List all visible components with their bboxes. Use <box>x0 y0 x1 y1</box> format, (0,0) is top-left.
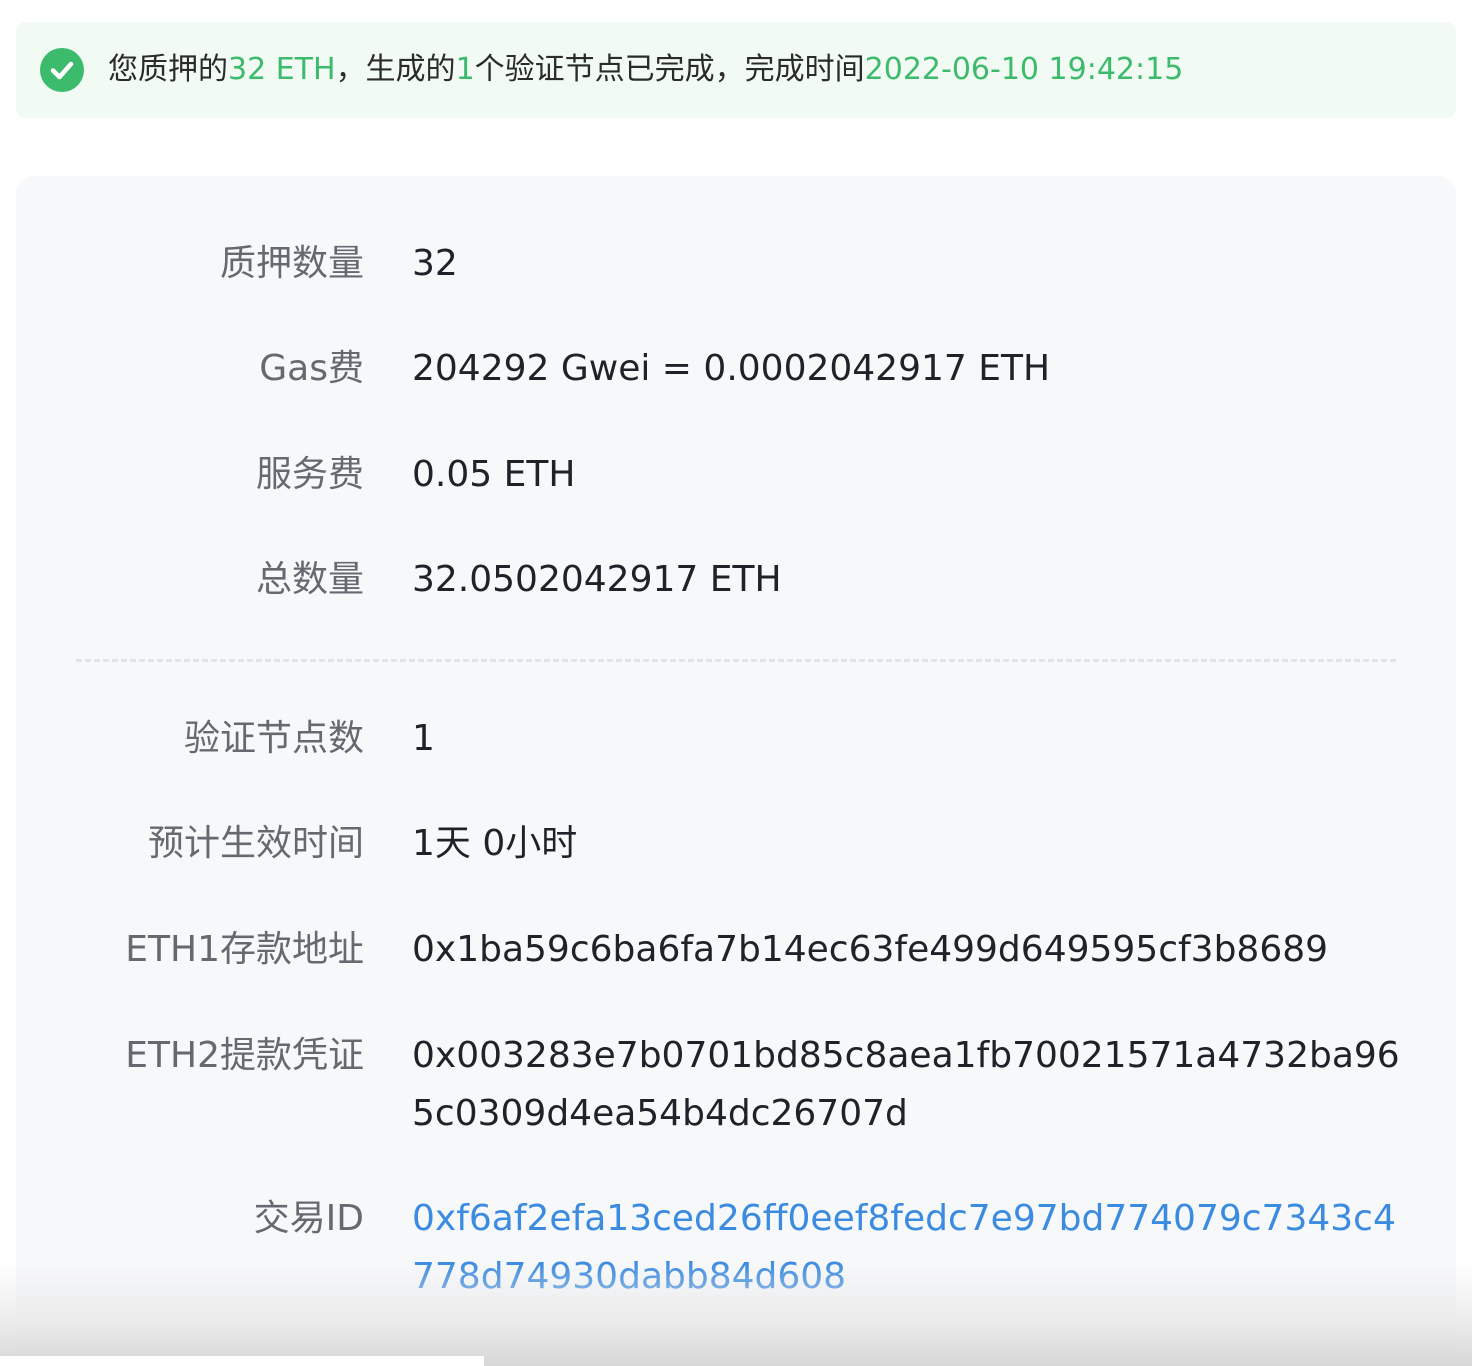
validator-count-label: 验证节点数 <box>183 718 364 759</box>
validator-count-value: 1 <box>412 718 435 759</box>
eth2-withdrawal-credentials-value: 0x003283e7b0701bd85c8aea1fb70021571a4732… <box>412 1035 1400 1134</box>
eth1-deposit-address-value: 0x1ba59c6ba6fa7b14ec63fe499d649595cf3b86… <box>412 929 1329 970</box>
message-mid1: ，生成的 <box>335 52 456 87</box>
stake-amount-label: 质押数量 <box>219 243 364 284</box>
eth1-deposit-address-label: ETH1存款地址 <box>125 929 364 970</box>
service-fee-value: 0.05 ETH <box>412 454 576 495</box>
effective-time-value: 1天 0小时 <box>412 823 578 864</box>
bottom-edge-strip <box>0 1356 484 1366</box>
bottom-shadow-overlay <box>0 1262 1472 1366</box>
node-count-highlight: 1 <box>455 52 475 87</box>
details-card: 质押数量 32 Gas费 204292 Gwei = 0.0002042917 … <box>16 176 1456 1366</box>
success-banner: 您质押的32 ETH，生成的1个验证节点已完成，完成时间2022-06-10 1… <box>16 22 1456 118</box>
stake-result-page: 您质押的32 ETH，生成的1个验证节点已完成，完成时间2022-06-10 1… <box>0 0 1472 1366</box>
total-value: 32.0502042917 ETH <box>412 559 782 600</box>
effective-time-label: 预计生效时间 <box>147 823 364 864</box>
total-label: 总数量 <box>255 559 364 600</box>
success-message: 您质押的32 ETH，生成的1个验证节点已完成，完成时间2022-06-10 1… <box>108 22 1183 118</box>
message-mid2: 个验证节点已完成，完成时间 <box>474 52 865 87</box>
gas-fee-value: 204292 Gwei = 0.0002042917 ETH <box>412 348 1051 389</box>
check-circle-icon <box>40 48 84 92</box>
section-divider <box>76 659 1396 662</box>
service-fee-label: 服务费 <box>255 454 364 495</box>
transaction-id-label: 交易ID <box>253 1198 364 1239</box>
stake-amount-highlight: 32 ETH <box>228 52 336 87</box>
message-prefix: 您质押的 <box>108 52 228 87</box>
gas-fee-label: Gas费 <box>259 348 364 389</box>
stake-amount-value: 32 <box>412 243 458 284</box>
completed-time-highlight: 2022-06-10 19:42:15 <box>864 52 1184 87</box>
eth2-withdrawal-credentials-label: ETH2提款凭证 <box>125 1035 364 1076</box>
